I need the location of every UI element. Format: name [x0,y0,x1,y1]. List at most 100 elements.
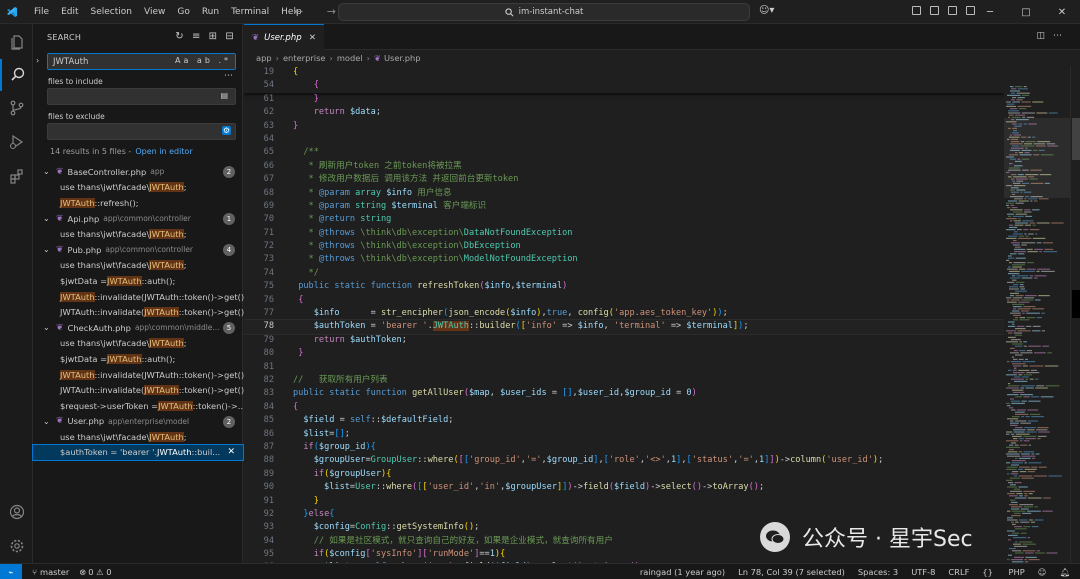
close-icon[interactable]: ✕ [1044,0,1080,24]
more-actions-icon[interactable]: ⋯ [1053,31,1070,41]
line-number[interactable]: 73 [244,253,274,266]
explorer-icon[interactable] [0,26,33,58]
line-number[interactable]: 84 [244,401,274,414]
scrollbar-thumb[interactable] [1072,118,1080,160]
toggle-sidebar-icon[interactable] [930,6,939,15]
code-line[interactable]: 77 $info = str_encipher(json_encode($inf… [244,307,1004,320]
copilot-status-icon[interactable]: ☺ [1038,567,1047,577]
breadcrumb-item[interactable]: User.php [384,53,421,63]
split-editor-icon[interactable]: ◫ [1036,31,1053,41]
code-line[interactable]: 83 public static function getAllUser($map… [244,387,1004,400]
line-number[interactable]: 83 [244,387,274,400]
extensions-icon[interactable] [0,160,33,192]
code-view[interactable]: 19{54 {61 } 62 return $data; 63} 64 65 /** 66… [244,66,1004,563]
remote-indicator-icon[interactable]: ⌁ [0,563,22,579]
code-line[interactable]: 74 */ [244,267,1004,280]
code-line[interactable]: 70 * @return string [244,213,1004,226]
line-number[interactable]: 94 [244,535,274,548]
code-line[interactable]: 75 public static function refreshToken($… [244,280,1004,293]
line-number[interactable]: 82 [244,374,274,387]
result-match[interactable]: $request->userToken = JWTAuth::token()->… [33,398,246,414]
breadcrumb-item[interactable]: app [256,53,272,63]
line-number[interactable]: 67 [244,173,274,186]
code-line[interactable]: 86 $list=[]; [244,428,1004,441]
result-match[interactable]: use thans\jwt\facade\ JWTAuth; [33,429,243,445]
line-number[interactable]: 64 [244,133,274,146]
line-number[interactable]: 89 [244,468,274,481]
search-icon[interactable] [0,59,33,91]
result-file[interactable]: ⌄ ❦ Pub.php app\common\controller 4 [33,242,243,258]
code-line[interactable]: 80 } [244,347,1004,360]
result-match[interactable]: use thans\jwt\facade\ JWTAuth; [33,226,243,242]
line-number[interactable]: 87 [244,441,274,454]
dismiss-icon[interactable]: ✕ [227,447,235,457]
result-file[interactable]: ⌄ ❦ CheckAuth.php app\common\middle... 5 [33,320,243,336]
menu-file[interactable]: File [28,7,55,17]
line-number[interactable]: 74 [244,267,274,280]
code-line[interactable]: 89 if($groupUser){ [244,468,1004,481]
line-number[interactable]: 75 [244,280,274,293]
source-control-icon[interactable] [0,92,33,124]
copilot-icon[interactable]: ☺▾ [759,5,774,16]
line-number[interactable]: 86 [244,428,274,441]
result-match[interactable]: use thans\jwt\facade\ JWTAuth; [33,258,243,274]
code-line[interactable]: 72 * @throws \think\db\exception\DbExcep… [244,240,1004,253]
clear-results-icon[interactable]: ≡ [192,31,201,42]
line-number[interactable]: 72 [244,240,274,253]
menu-run[interactable]: Run [196,7,225,17]
chevron-down-icon[interactable]: ⌄ [43,245,56,254]
code-line[interactable]: 54 { [244,79,1004,93]
line-number[interactable]: 88 [244,454,274,467]
result-match[interactable]: $jwtData = JWTAuth::auth(); [33,351,243,367]
layout-controls[interactable] [912,6,975,15]
toggle-panel-icon[interactable] [948,6,957,15]
result-file[interactable]: ⌄ ❦ User.php app\enterprise\model 2 [33,414,243,430]
code-line[interactable]: 76 { [244,294,1004,307]
code-line[interactable]: 88 $groupUser=GroupUser::where([['group_… [244,454,1004,467]
code-line[interactable]: 62 return $data; [244,106,1004,119]
open-editors-only-icon[interactable]: ▤ [220,91,231,100]
result-match[interactable]: use thans\jwt\facade\ JWTAuth; [33,336,243,352]
line-number[interactable]: 65 [244,146,274,159]
line-number[interactable]: 78 [244,320,274,333]
line-number[interactable]: 63 [244,120,274,133]
code-line[interactable]: 91 } [244,495,1004,508]
command-center[interactable]: im-instant-chat [338,3,750,21]
open-in-editor-link[interactable]: Open in editor [135,147,192,156]
chevron-down-icon[interactable]: ⌄ [43,417,56,426]
code-line[interactable]: 87 if($group_id){ [244,441,1004,454]
indentation[interactable]: Spaces: 3 [858,567,898,577]
menu-edit[interactable]: Edit [55,7,84,17]
result-match[interactable]: $authToken = 'bearer '. JWTAuth::buil... ✕ [32,443,244,462]
line-number[interactable]: 91 [244,495,274,508]
layout-icon[interactable] [912,6,921,15]
code-line[interactable]: 67 * 修改用户数据后 调用该方法 并返回前台更新token [244,173,1004,186]
line-number[interactable]: 79 [244,334,274,347]
code-line[interactable]: 82 // 获取所有用户列表 [244,374,1004,387]
result-match[interactable]: use thans\jwt\facade\ JWTAuth; [33,180,243,196]
tab-user-php[interactable]: ❦ User.php ✕ [244,24,324,50]
line-number[interactable]: 95 [244,548,274,561]
files-to-exclude-input[interactable]: ⚙ [47,123,236,140]
breadcrumb-item[interactable]: model [337,53,363,63]
code-line[interactable]: 68 * @param array $info 用户信息 [244,187,1004,200]
chevron-down-icon[interactable]: ⌄ [43,214,56,223]
line-number[interactable]: 68 [244,187,274,200]
menu-view[interactable]: View [138,7,171,17]
cursor-position[interactable]: Ln 78, Col 39 (7 selected) [738,567,845,577]
result-match[interactable]: JWTAuth::invalidate(JWTAuth::token()->ge… [33,367,250,383]
code-line[interactable]: 66 * 刷新用户token 之前token将被拉黑 [244,160,1004,173]
line-number[interactable]: 81 [244,361,274,374]
code-line[interactable]: 61 } [244,93,1004,106]
minimize-icon[interactable]: ─ [972,0,1008,24]
settings-icon[interactable] [0,530,33,562]
line-number[interactable]: 76 [244,294,274,307]
line-number[interactable]: 90 [244,481,274,494]
menu-go[interactable]: Go [171,7,195,17]
refresh-icon[interactable]: ↻ [175,31,184,42]
notifications-icon[interactable]: 🔔︎ [1059,567,1070,578]
line-number[interactable]: 70 [244,213,274,226]
more-options-icon[interactable]: ⋯ [224,71,233,81]
search-input[interactable]: JWTAuth Aa ab .* [47,53,236,70]
line-number[interactable]: 62 [244,106,274,119]
